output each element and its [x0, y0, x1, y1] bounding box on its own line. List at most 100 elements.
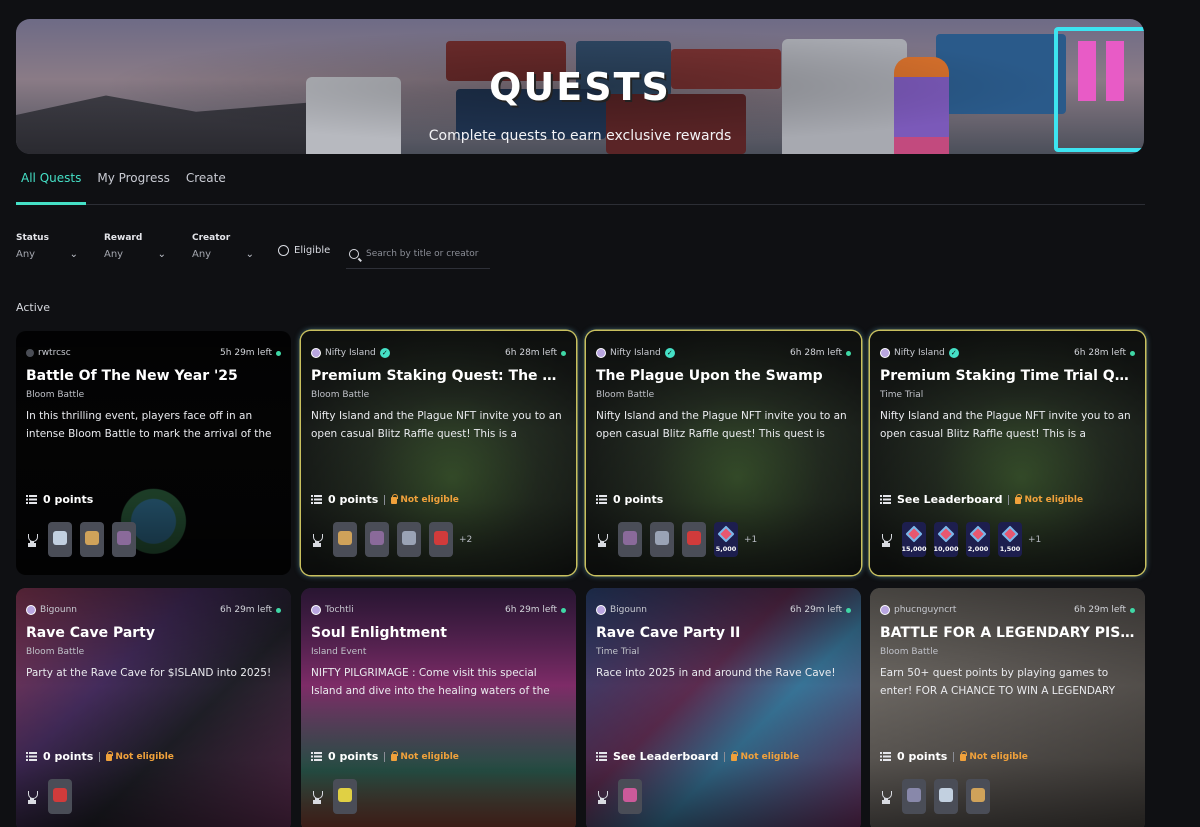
tab-my-progress[interactable]: My Progress [97, 168, 169, 204]
reward-filter-label: Reward [104, 233, 143, 243]
quest-title[interactable]: Rave Cave Party [26, 625, 281, 641]
reward-item[interactable] [333, 779, 357, 814]
eligible-toggle[interactable]: Eligible [278, 245, 330, 256]
time-left-text: 6h 29m left [505, 605, 557, 615]
section-label-active: Active [16, 301, 51, 314]
list-icon [880, 752, 891, 761]
reward-icon [687, 531, 701, 545]
quest-title[interactable]: The Plague Upon the Swamp [596, 368, 851, 384]
divider [99, 751, 101, 762]
quest-card[interactable]: phucnguyncrt 6h 29m left BATTLE FOR A LEGE… [870, 588, 1145, 827]
search-box [346, 240, 490, 269]
quest-title[interactable]: Battle Of The New Year '25 [26, 368, 281, 384]
reward-item[interactable]: 1,500 [998, 522, 1022, 557]
points-text[interactable]: See Leaderboard [613, 750, 718, 763]
not-eligible-badge: Not eligible [1015, 494, 1083, 505]
status-filter[interactable]: Status Any ⌄ [16, 233, 78, 260]
time-left: 6h 28m left [1074, 348, 1135, 358]
reward-item[interactable] [934, 779, 958, 814]
quest-creator[interactable]: Bigounn [596, 605, 647, 615]
quest-description: Race into 2025 in and around the Rave Ca… [596, 667, 836, 679]
quest-creator[interactable]: Nifty Island ✓ [880, 348, 959, 358]
quest-creator[interactable]: Bigounn [26, 605, 77, 615]
lock-icon [731, 751, 739, 761]
reward-icon [905, 525, 923, 543]
quest-title[interactable]: Premium Staking Time Trial Quest: The... [880, 368, 1135, 384]
reward-filter[interactable]: Reward Any ⌄ [104, 233, 166, 260]
points-text: 0 points [43, 750, 94, 763]
quest-card[interactable]: Nifty Island ✓ 6h 28m left Premium Staking … [301, 331, 576, 575]
reward-item[interactable] [80, 522, 104, 557]
reward-item[interactable] [618, 522, 642, 557]
quest-title[interactable]: BATTLE FOR A LEGENDARY PISTOL AND... [880, 625, 1135, 641]
lock-icon [960, 751, 968, 761]
avatar [26, 349, 34, 357]
quest-creator[interactable]: Tochtli [311, 605, 354, 615]
quest-card[interactable]: Tochtli 6h 29m left Soul Enlightment Island… [301, 588, 576, 827]
divider [384, 494, 386, 505]
tab-all-quests[interactable]: All Quests [15, 168, 87, 205]
reward-item[interactable] [902, 779, 926, 814]
reward-amount: 2,000 [967, 545, 989, 553]
chevron-down-icon: ⌄ [69, 249, 78, 260]
quest-card[interactable]: Nifty Island ✓ 6h 28m left Premium Staking … [870, 331, 1145, 575]
quest-points: 0 points Not eligible [311, 493, 459, 506]
reward-item[interactable] [48, 779, 72, 814]
creator-filter[interactable]: Creator Any ⌄ [192, 233, 254, 260]
tab-create[interactable]: Create [186, 168, 226, 204]
reward-item[interactable]: 5,000 [714, 522, 738, 557]
reward-item[interactable] [966, 779, 990, 814]
verified-badge-icon: ✓ [664, 348, 675, 358]
reward-item[interactable] [333, 522, 357, 557]
time-left: 5h 29m left [220, 348, 281, 358]
more-rewards[interactable]: +1 [744, 535, 757, 545]
reward-item[interactable] [397, 522, 421, 557]
reward-item[interactable]: 10,000 [933, 522, 959, 557]
reward-amount: 15,000 [901, 545, 927, 553]
reward-item[interactable] [618, 779, 642, 814]
points-text[interactable]: See Leaderboard [897, 493, 1002, 506]
not-eligible-text: Not eligible [740, 751, 800, 762]
quest-points: 0 points [596, 493, 663, 506]
avatar [596, 348, 606, 358]
reward-item[interactable] [429, 522, 453, 557]
eligible-label: Eligible [294, 245, 331, 256]
reward-item[interactable] [650, 522, 674, 557]
reward-item[interactable]: 2,000 [966, 522, 990, 557]
not-eligible-text: Not eligible [400, 751, 459, 762]
quest-title[interactable]: Rave Cave Party II [596, 625, 851, 641]
reward-item[interactable]: 15,000 [901, 522, 927, 557]
quest-card[interactable]: Bigounn 6h 29m left Rave Cave Party Bloom B… [16, 588, 291, 827]
divider [1008, 494, 1010, 505]
creator-name: Bigounn [610, 605, 648, 615]
quest-creator[interactable]: rwtrcsc [26, 348, 71, 358]
quest-title[interactable]: Premium Staking Quest: The Plague Upo... [311, 368, 566, 384]
quest-points: See Leaderboard Not eligible [596, 750, 799, 763]
quest-title[interactable]: Soul Enlightment [311, 625, 566, 641]
more-rewards[interactable]: +2 [459, 535, 472, 545]
points-text: 0 points [897, 750, 948, 763]
reward-item[interactable] [682, 522, 706, 557]
quest-card[interactable]: Bigounn 6h 29m left Rave Cave Party II Time… [586, 588, 861, 827]
quest-creator[interactable]: Nifty Island ✓ [311, 348, 390, 358]
time-left-text: 6h 28m left [790, 348, 842, 358]
lock-icon [391, 494, 399, 504]
reward-item[interactable] [48, 522, 72, 557]
creator-name: Nifty Island [325, 348, 376, 358]
reward-item[interactable] [365, 522, 389, 557]
avatar [311, 605, 321, 615]
search-input[interactable] [366, 249, 486, 259]
reward-item[interactable] [112, 522, 136, 557]
quest-rewards [26, 522, 136, 557]
creator-filter-label: Creator [192, 233, 231, 243]
quest-creator[interactable]: phucnguyncrt [880, 605, 956, 615]
active-dot-icon [1130, 350, 1135, 356]
quest-description: Party at the Rave Cave for $ISLAND into … [26, 667, 272, 679]
quest-points: 0 points [26, 493, 93, 506]
quest-card[interactable]: Nifty Island ✓ 6h 28m left The Plague Upon … [586, 331, 861, 575]
lock-icon [391, 751, 399, 761]
more-rewards[interactable]: +1 [1028, 535, 1041, 545]
time-left: 6h 28m left [505, 348, 566, 358]
quest-creator[interactable]: Nifty Island ✓ [596, 348, 675, 358]
quest-card[interactable]: rwtrcsc 5h 29m left Battle Of The New Year… [16, 331, 291, 575]
